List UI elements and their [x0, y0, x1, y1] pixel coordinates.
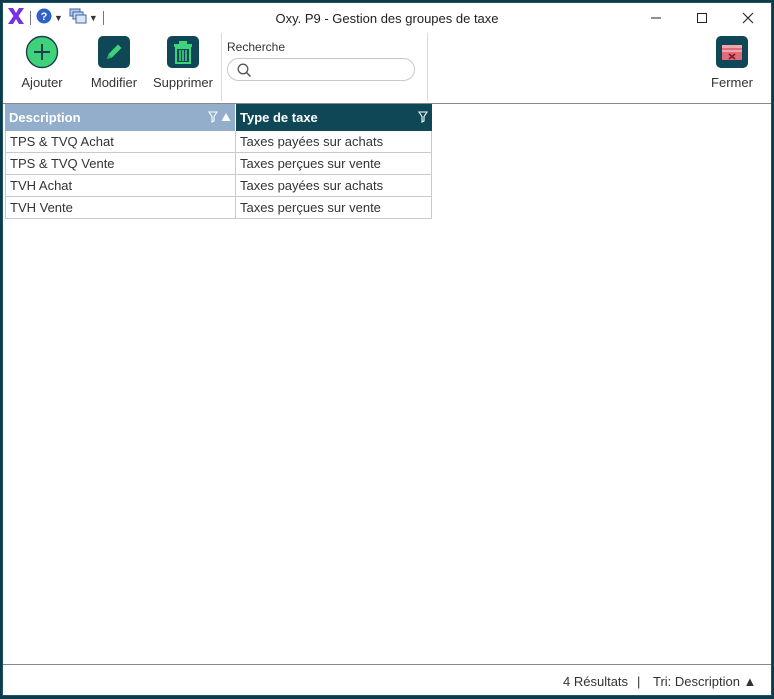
- edit-button[interactable]: Modifier: [87, 35, 141, 97]
- add-button-label: Ajouter: [21, 75, 63, 90]
- minimize-button[interactable]: [633, 3, 679, 33]
- table-row[interactable]: TVH Achat Taxes payées sur achats: [5, 175, 432, 197]
- add-circle-icon: [25, 35, 59, 69]
- filter-icon[interactable]: [417, 111, 429, 123]
- column-header-label: Description: [9, 110, 81, 125]
- main-window: ? ▼ ▼ Oxy. P9 - Gestion des groupes de t…: [2, 2, 772, 696]
- ribbon-separator: [221, 33, 222, 101]
- cell-description[interactable]: TVH Vente: [5, 197, 236, 219]
- grid-header-row: Description Type de taxe: [5, 104, 432, 131]
- minimize-icon: [651, 17, 661, 19]
- add-button[interactable]: Ajouter: [17, 35, 67, 97]
- cell-tax-type[interactable]: Taxes payées sur achats: [236, 131, 432, 153]
- cell-description[interactable]: TPS & TVQ Achat: [5, 131, 236, 153]
- status-separator: |: [637, 674, 641, 689]
- search-icon: [237, 63, 252, 78]
- cell-tax-type[interactable]: Taxes perçues sur vente: [236, 153, 432, 175]
- column-header-label: Type de taxe: [240, 110, 318, 125]
- ribbon-separator-2: [427, 33, 428, 101]
- search-input[interactable]: [227, 58, 415, 81]
- results-count: 4 Résultats: [563, 674, 629, 689]
- table-row[interactable]: TPS & TVQ Vente Taxes perçues sur vente: [5, 153, 432, 175]
- filter-icon[interactable]: [208, 111, 218, 123]
- maximize-icon: [697, 13, 707, 23]
- cell-tax-type[interactable]: Taxes perçues sur vente: [236, 197, 432, 219]
- sort-indicator[interactable]: Tri: Description ▲: [653, 674, 756, 689]
- title-bar: ? ▼ ▼ Oxy. P9 - Gestion des groupes de t…: [3, 3, 771, 33]
- edit-button-label: Modifier: [90, 75, 138, 90]
- cell-description[interactable]: TVH Achat: [5, 175, 236, 197]
- column-header-description[interactable]: Description: [5, 104, 236, 131]
- data-grid: Description Type de taxe TPS & TVQ Achat…: [5, 104, 432, 219]
- search-label: Recherche: [227, 40, 286, 54]
- close-module-icon: [716, 36, 748, 68]
- cell-tax-type[interactable]: Taxes payées sur achats: [236, 175, 432, 197]
- maximize-button[interactable]: [679, 3, 725, 33]
- table-row[interactable]: TPS & TVQ Achat Taxes payées sur achats: [5, 131, 432, 153]
- sort-ascending-icon[interactable]: [221, 111, 231, 123]
- delete-button-label: Supprimer: [153, 75, 213, 90]
- close-window-button[interactable]: [725, 3, 771, 33]
- trash-icon: [167, 36, 199, 68]
- status-bar: 4 Résultats | Tri: Description ▲: [3, 664, 771, 695]
- close-button-label: Fermer: [711, 75, 753, 90]
- pencil-icon: [98, 36, 130, 68]
- cell-description[interactable]: TPS & TVQ Vente: [5, 153, 236, 175]
- delete-button[interactable]: Supprimer: [151, 35, 215, 97]
- column-header-tax-type[interactable]: Type de taxe: [236, 104, 432, 131]
- table-row[interactable]: TVH Vente Taxes perçues sur vente: [5, 197, 432, 219]
- close-icon: [742, 12, 754, 24]
- ribbon-toolbar: Ajouter Modifier Supprimer Recherche Fer…: [3, 33, 771, 103]
- close-button[interactable]: Fermer: [709, 35, 755, 97]
